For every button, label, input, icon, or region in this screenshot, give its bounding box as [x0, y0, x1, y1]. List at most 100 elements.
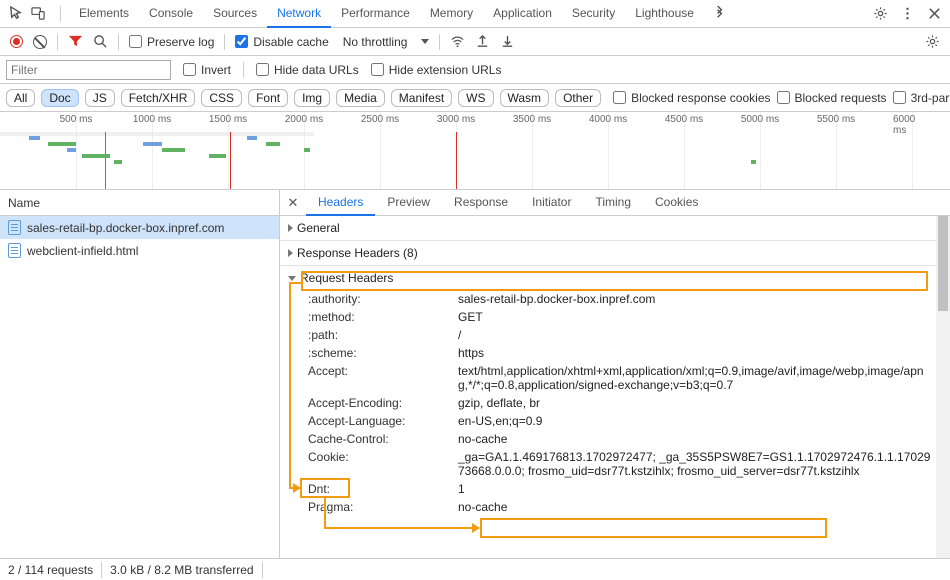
blocked-requests-checkbox[interactable]: Blocked requests: [777, 91, 887, 105]
main-tab-security[interactable]: Security: [562, 0, 625, 28]
document-icon: [8, 220, 21, 235]
header-value: _ga=GA1.1.469176813.1702972477; _ga_35S5…: [458, 450, 950, 478]
main-tab-sources[interactable]: Sources: [203, 0, 267, 28]
type-filter-bar: All Doc JS Fetch/XHR CSS Font Img Media Manifest…: [0, 84, 950, 112]
main-tab-application[interactable]: Application: [483, 0, 562, 28]
wifi-icon[interactable]: [450, 34, 465, 49]
header-key: Dnt:: [308, 482, 458, 496]
response-headers-section[interactable]: Response Headers (8): [280, 241, 950, 266]
timeline-tick: 1500 ms: [209, 114, 247, 125]
third-party-checkbox[interactable]: 3rd-party requests: [893, 91, 950, 105]
header-key: :scheme:: [308, 346, 458, 360]
detail-tab-timing[interactable]: Timing: [583, 190, 643, 216]
type-pill-all[interactable]: All: [6, 89, 35, 107]
separator: [60, 6, 61, 22]
throttling-select[interactable]: No throttling: [339, 35, 412, 49]
upload-icon[interactable]: [475, 34, 490, 49]
type-pill-ws[interactable]: WS: [458, 89, 493, 107]
type-pill-other[interactable]: Other: [555, 89, 601, 107]
request-row[interactable]: sales-retail-bp.docker-box.inpref.com: [0, 216, 279, 239]
timeline-tick: 6000 ms: [893, 114, 931, 136]
header-key: Cookie:: [308, 450, 458, 478]
throttling-chevron-icon[interactable]: [421, 39, 429, 44]
header-row: Pragma:no-cache: [280, 498, 950, 516]
type-pill-doc[interactable]: Doc: [41, 89, 78, 107]
timeline-tick: 2500 ms: [361, 114, 399, 125]
close-devtools-icon[interactable]: [927, 6, 942, 21]
request-name: sales-retail-bp.docker-box.inpref.com: [27, 221, 224, 235]
clear-button[interactable]: [33, 35, 47, 49]
detail-tab-headers[interactable]: Headers: [306, 190, 375, 216]
hide-data-urls-checkbox[interactable]: Hide data URLs: [256, 63, 359, 77]
type-pill-img[interactable]: Img: [294, 89, 330, 107]
main-tab-memory[interactable]: Memory: [420, 0, 483, 28]
timeline-tick: 500 ms: [60, 114, 93, 125]
request-row[interactable]: webclient-infield.html: [0, 239, 279, 262]
header-row: Accept-Language:en-US,en;q=0.9: [280, 412, 950, 430]
main-tab-performance[interactable]: Performance: [331, 0, 420, 28]
header-value: sales-retail-bp.docker-box.inpref.com: [458, 292, 950, 306]
detail-tab-response[interactable]: Response: [442, 190, 520, 216]
request-headers-section[interactable]: Request Headers :authority:sales-retail-…: [280, 266, 950, 516]
type-pill-fetch-xhr[interactable]: Fetch/XHR: [121, 89, 196, 107]
header-key: Pragma:: [308, 500, 458, 514]
scrollbar-thumb[interactable]: [938, 216, 948, 311]
record-button[interactable]: [10, 35, 23, 48]
name-column-header[interactable]: Name: [0, 190, 279, 216]
header-row: :authority:sales-retail-bp.docker-box.in…: [280, 290, 950, 308]
disable-cache-checkbox[interactable]: Disable cache: [235, 35, 328, 49]
hide-ext-urls-checkbox[interactable]: Hide extension URLs: [371, 63, 502, 77]
header-key: :method:: [308, 310, 458, 324]
detail-tab-cookies[interactable]: Cookies: [643, 190, 710, 216]
inspect-icon[interactable]: [8, 6, 23, 21]
header-row: :path:/: [280, 326, 950, 344]
header-value: no-cache: [458, 432, 950, 446]
main-tab-network[interactable]: Network: [267, 0, 331, 28]
type-pill-font[interactable]: Font: [248, 89, 288, 107]
header-row: :scheme:https: [280, 344, 950, 362]
blocked-cookies-checkbox[interactable]: Blocked response cookies: [613, 91, 770, 105]
type-pill-manifest[interactable]: Manifest: [391, 89, 452, 107]
preserve-log-checkbox[interactable]: Preserve log: [129, 35, 214, 49]
settings-gear-icon[interactable]: [873, 6, 888, 21]
type-pill-css[interactable]: CSS: [201, 89, 242, 107]
search-icon[interactable]: [93, 34, 108, 49]
type-pill-js[interactable]: JS: [85, 89, 115, 107]
type-pill-media[interactable]: Media: [336, 89, 385, 107]
main-tab-elements[interactable]: Elements: [69, 0, 139, 28]
kebab-menu-icon[interactable]: [900, 6, 915, 21]
timeline-overview[interactable]: 500 ms1000 ms1500 ms2000 ms2500 ms3000 m…: [0, 112, 950, 190]
detail-tab-preview[interactable]: Preview: [375, 190, 442, 216]
header-row: Accept-Encoding:gzip, deflate, br: [280, 394, 950, 412]
detail-tab-initiator[interactable]: Initiator: [520, 190, 583, 216]
network-toolbar: Preserve log Disable cache No throttling: [0, 28, 950, 56]
devtools-top-bar: ElementsConsoleSourcesNetworkPerformance…: [0, 0, 950, 28]
header-value: /: [458, 328, 950, 342]
main-tab-console[interactable]: Console: [139, 0, 203, 28]
preserve-log-label: Preserve log: [147, 35, 214, 49]
filter-icon[interactable]: [68, 34, 83, 49]
close-details-icon[interactable]: ✕: [280, 195, 306, 211]
download-icon[interactable]: [500, 34, 515, 49]
header-value: GET: [458, 310, 950, 324]
general-section[interactable]: General: [280, 216, 950, 241]
invert-checkbox[interactable]: Invert: [183, 63, 231, 77]
device-toggle-icon[interactable]: [31, 6, 46, 21]
timeline-tick: 5000 ms: [741, 114, 779, 125]
document-icon: [8, 243, 21, 258]
request-details: ✕ HeadersPreviewResponseInitiatorTimingC…: [280, 190, 950, 558]
requests-count: 2 / 114 requests: [8, 563, 93, 577]
type-pill-wasm[interactable]: Wasm: [500, 89, 550, 107]
timeline-tick: 1000 ms: [133, 114, 171, 125]
filter-input[interactable]: [6, 60, 171, 80]
header-key: :authority:: [308, 292, 458, 306]
network-settings-gear-icon[interactable]: [925, 34, 940, 49]
header-value: text/html,application/xhtml+xml,applicat…: [458, 364, 950, 392]
header-key: Accept-Encoding:: [308, 396, 458, 410]
detail-tabs: ✕ HeadersPreviewResponseInitiatorTimingC…: [280, 190, 950, 216]
more-tabs-icon[interactable]: [712, 6, 727, 21]
timeline-tick: 4000 ms: [589, 114, 627, 125]
status-bar: 2 / 114 requests 3.0 kB / 8.2 MB transfe…: [0, 558, 950, 580]
header-value: no-cache: [458, 500, 950, 514]
main-tab-lighthouse[interactable]: Lighthouse: [625, 0, 704, 28]
